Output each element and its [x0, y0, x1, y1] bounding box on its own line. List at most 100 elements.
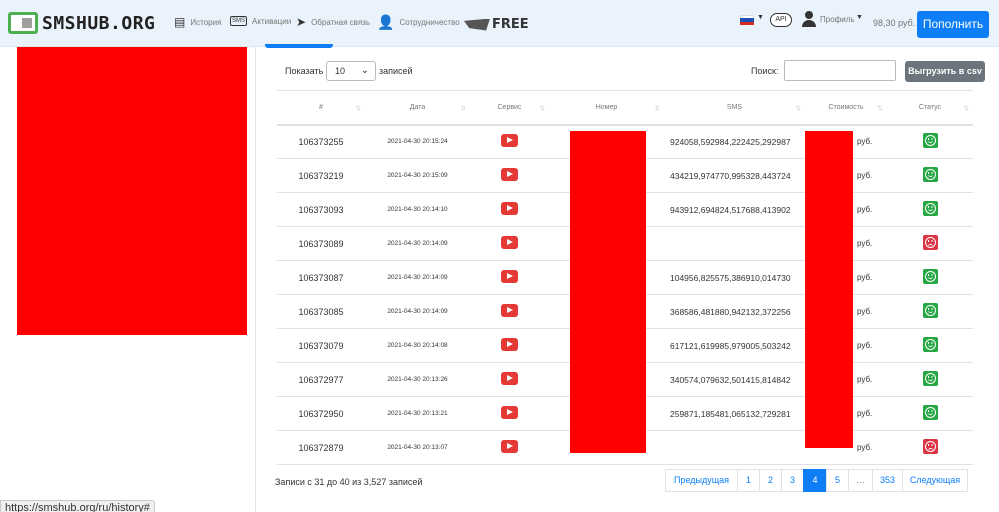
- page-button[interactable]: 353: [872, 469, 903, 492]
- pagination: Предыдущая 1 2 3 4 5 … 353 Следующая: [665, 469, 968, 492]
- nav-activations-label: Активации: [252, 16, 292, 26]
- column-header-number[interactable]: Номер ↑↓: [549, 90, 664, 126]
- page-length-select[interactable]: 10 ⌄: [326, 61, 376, 81]
- nav-feedback-label: Обратная связь: [311, 17, 371, 27]
- sms-icon: SMS: [230, 16, 248, 26]
- profile-menu[interactable]: Профиль: [820, 15, 855, 24]
- row-date: 2021-04-30 20:13:07: [365, 430, 470, 465]
- nav-history[interactable]: ▤ История: [174, 16, 221, 28]
- row-sms: 259871,185481,065132,729281: [664, 396, 805, 431]
- row-id: 106373085: [277, 294, 365, 329]
- smile-status-icon[interactable]: [922, 303, 938, 318]
- row-id: 106373089: [277, 226, 365, 261]
- row-status: [887, 192, 973, 227]
- sort-icon: ↑↓: [963, 103, 969, 112]
- row-sms: 340574,079632,501415,814842: [664, 362, 805, 397]
- smile-status-icon[interactable]: [922, 201, 938, 216]
- youtube-icon: [501, 236, 518, 249]
- smile-status-icon[interactable]: [922, 167, 938, 182]
- row-id: 106373079: [277, 328, 365, 363]
- topup-button[interactable]: Пополнить: [917, 11, 989, 38]
- sort-icon: ↑↓: [654, 103, 660, 112]
- row-date: 2021-04-30 20:13:26: [365, 362, 470, 397]
- page-next-button[interactable]: Следующая: [902, 469, 968, 492]
- row-date: 2021-04-30 20:14:09: [365, 226, 470, 261]
- user-icon[interactable]: [802, 11, 816, 27]
- column-header-id[interactable]: # ↑↓: [277, 90, 365, 126]
- nav-history-label: История: [190, 17, 222, 27]
- sort-icon: ↑↓: [355, 103, 361, 112]
- redacted-cost-column: [805, 131, 853, 448]
- row-status: [887, 362, 973, 397]
- row-service: [470, 328, 549, 363]
- logo-text: SMSHUB.ORG: [42, 12, 156, 34]
- smile-status-icon[interactable]: [922, 405, 938, 420]
- table-header-row: # ↑↓ Дата ↑↓ Сервис ↑↓ Номер ↑↓ SMS ↑↓ Стоимо…: [277, 90, 973, 126]
- hubfree-wing-icon: [464, 18, 490, 31]
- export-csv-button[interactable]: Выгрузить в csv: [905, 61, 985, 82]
- row-date: 2021-04-30 20:14:09: [365, 260, 470, 295]
- search-input[interactable]: [784, 60, 896, 81]
- russian-flag-icon[interactable]: [740, 15, 754, 25]
- sidebar-divider: [255, 47, 256, 512]
- row-service: [470, 158, 549, 193]
- nav-feedback[interactable]: ➤ Обратная связь: [296, 16, 370, 28]
- language-caret-icon[interactable]: ▼: [757, 14, 764, 21]
- row-date: 2021-04-30 20:14:09: [365, 294, 470, 329]
- hubfree-link[interactable]: FREE: [464, 17, 529, 32]
- column-header-date[interactable]: Дата ↑↓: [365, 90, 470, 126]
- chevron-down-icon: ⌄: [360, 65, 369, 76]
- page-button-active[interactable]: 4: [803, 469, 827, 492]
- paper-plane-icon: ➤: [296, 15, 307, 29]
- column-header-cost[interactable]: Стоимость ↑↓: [805, 90, 887, 126]
- row-status: [887, 226, 973, 261]
- records-label: записей: [379, 66, 413, 76]
- page-length-value: 10: [335, 66, 346, 76]
- row-id: 106373087: [277, 260, 365, 295]
- row-status: [887, 430, 973, 465]
- document-icon: ▤: [174, 15, 186, 29]
- site-logo[interactable]: SMSHUB.ORG: [8, 12, 155, 34]
- page-button[interactable]: 5: [826, 469, 849, 492]
- row-service: [470, 260, 549, 295]
- smile-status-icon[interactable]: [922, 133, 938, 149]
- redacted-number-column: [570, 131, 646, 453]
- column-header-service[interactable]: Сервис ↑↓: [470, 90, 549, 126]
- sad-status-icon[interactable]: [922, 439, 938, 454]
- smile-status-icon[interactable]: [922, 269, 938, 284]
- row-sms: 924058,592984,222425,292987: [664, 124, 805, 159]
- smile-status-icon[interactable]: [922, 337, 938, 352]
- column-header-status[interactable]: Статус ↑↓: [887, 90, 973, 126]
- sort-icon: ↑↓: [795, 103, 801, 112]
- page-button[interactable]: 3: [781, 469, 804, 492]
- sort-icon: ↑↓: [460, 103, 466, 112]
- logo-mark-icon: [8, 12, 38, 34]
- youtube-icon: [501, 202, 518, 215]
- api-icon[interactable]: API: [770, 13, 792, 27]
- row-date: 2021-04-30 20:15:09: [365, 158, 470, 193]
- status-bar-url: https://smshub.org/ru/history#: [0, 500, 155, 512]
- sad-status-icon[interactable]: [922, 235, 938, 250]
- page-ellipsis: …: [848, 469, 873, 492]
- row-sms: 617121,619985,979005,503242: [664, 328, 805, 363]
- nav-partnership[interactable]: 👤 Сотрудничество: [377, 15, 460, 29]
- row-id: 106372977: [277, 362, 365, 397]
- youtube-icon: [501, 338, 518, 351]
- row-status: [887, 396, 973, 431]
- row-sms: 434219,974770,995328,443724: [664, 158, 805, 193]
- row-service: [470, 430, 549, 465]
- page-button[interactable]: 1: [737, 469, 760, 492]
- column-header-sms[interactable]: SMS ↑↓: [664, 90, 805, 126]
- youtube-icon: [501, 168, 518, 181]
- page-button[interactable]: 2: [759, 469, 782, 492]
- row-id: 106373219: [277, 158, 365, 193]
- youtube-icon: [501, 134, 518, 148]
- row-service: [470, 124, 549, 159]
- page-prev-button[interactable]: Предыдущая: [665, 469, 738, 492]
- smile-status-icon[interactable]: [922, 371, 938, 386]
- row-status: [887, 124, 973, 159]
- sort-icon: ↑↓: [539, 103, 545, 112]
- nav-activations[interactable]: SMS Активации: [230, 16, 291, 26]
- row-date: 2021-04-30 20:14:08: [365, 328, 470, 363]
- profile-caret-icon[interactable]: ▼: [856, 14, 863, 21]
